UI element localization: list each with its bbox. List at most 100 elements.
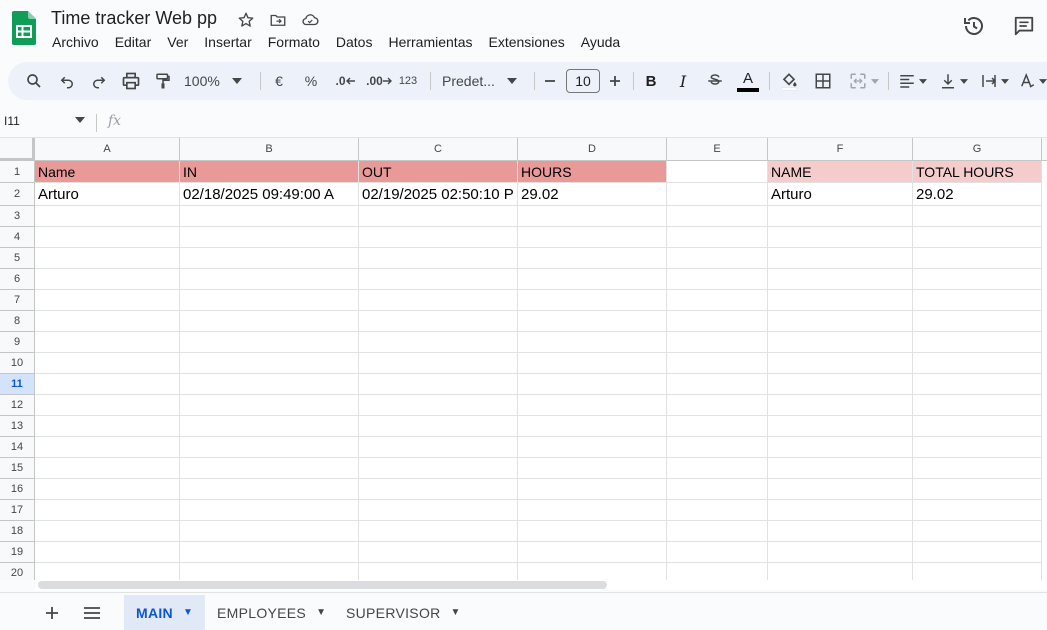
font-size-input[interactable]: 10 xyxy=(566,69,600,93)
cell-d3[interactable] xyxy=(518,206,667,227)
cell-c10[interactable] xyxy=(359,353,518,374)
cell-e16[interactable] xyxy=(667,479,768,500)
percent-format-button[interactable]: % xyxy=(300,69,322,93)
sheet-tab-supervisor[interactable]: SUPERVISOR ▼ xyxy=(334,595,473,630)
cell-e8[interactable] xyxy=(667,311,768,332)
cell-f12[interactable] xyxy=(768,395,913,416)
cell-b17[interactable] xyxy=(180,500,359,521)
cell-c11[interactable] xyxy=(359,374,518,395)
column-header-h[interactable] xyxy=(1042,138,1047,161)
text-rotation-button[interactable] xyxy=(1018,69,1047,93)
cell-b14[interactable] xyxy=(180,437,359,458)
cell-e9[interactable] xyxy=(667,332,768,353)
increase-font-size-button[interactable] xyxy=(605,69,625,93)
cell-g12[interactable] xyxy=(913,395,1042,416)
row-header-17[interactable]: 17 xyxy=(0,500,35,521)
currency-format-button[interactable]: € xyxy=(268,69,290,93)
document-title[interactable]: Time tracker Web pp xyxy=(51,8,217,29)
cell-d11[interactable] xyxy=(518,374,667,395)
menu-ver[interactable]: Ver xyxy=(159,32,196,52)
cell-b4[interactable] xyxy=(180,227,359,248)
version-history-icon[interactable] xyxy=(962,14,986,38)
cell-g6[interactable] xyxy=(913,269,1042,290)
menu-datos[interactable]: Datos xyxy=(328,32,381,52)
cell-b2[interactable]: 02/18/2025 09:49:00 A xyxy=(180,183,359,206)
cell-c1[interactable]: OUT xyxy=(359,161,518,183)
cloud-saved-icon[interactable] xyxy=(300,10,320,30)
cell-g14[interactable] xyxy=(913,437,1042,458)
cell-b10[interactable] xyxy=(180,353,359,374)
row-header-6[interactable]: 6 xyxy=(0,269,35,290)
cell-e17[interactable] xyxy=(667,500,768,521)
cell-g3[interactable] xyxy=(913,206,1042,227)
cell-d5[interactable] xyxy=(518,248,667,269)
cell-d6[interactable] xyxy=(518,269,667,290)
cell-f11[interactable] xyxy=(768,374,913,395)
row-header-13[interactable]: 13 xyxy=(0,416,35,437)
cell-g4[interactable] xyxy=(913,227,1042,248)
cell-b1[interactable]: IN xyxy=(180,161,359,183)
cell-e19[interactable] xyxy=(667,542,768,563)
column-header-e[interactable]: E xyxy=(667,138,768,161)
name-box[interactable]: I11 xyxy=(4,114,20,128)
formula-input[interactable] xyxy=(130,112,1034,134)
cell-b9[interactable] xyxy=(180,332,359,353)
row-header-8[interactable]: 8 xyxy=(0,311,35,332)
cell-f10[interactable] xyxy=(768,353,913,374)
cell-b16[interactable] xyxy=(180,479,359,500)
cell-a20[interactable] xyxy=(35,563,180,580)
cell-a9[interactable] xyxy=(35,332,180,353)
cell-a18[interactable] xyxy=(35,521,180,542)
cell-f16[interactable] xyxy=(768,479,913,500)
borders-button[interactable] xyxy=(811,69,835,93)
italic-button[interactable]: I xyxy=(672,69,694,93)
cell-a8[interactable] xyxy=(35,311,180,332)
column-header-f[interactable]: F xyxy=(768,138,913,161)
row-header-9[interactable]: 9 xyxy=(0,332,35,353)
cell-a10[interactable] xyxy=(35,353,180,374)
cell-g9[interactable] xyxy=(913,332,1042,353)
cell-b11[interactable] xyxy=(180,374,359,395)
cell-b20[interactable] xyxy=(180,563,359,580)
cell-b3[interactable] xyxy=(180,206,359,227)
cell-c13[interactable] xyxy=(359,416,518,437)
menu-archivo[interactable]: Archivo xyxy=(44,32,107,52)
name-box-dropdown-icon[interactable] xyxy=(75,117,85,123)
cell-g11[interactable] xyxy=(913,374,1042,395)
font-family-select[interactable]: Predet... xyxy=(442,69,522,93)
strikethrough-button[interactable] xyxy=(704,69,726,93)
sheet-tab-caret-icon[interactable]: ▼ xyxy=(316,607,326,618)
cell-f13[interactable] xyxy=(768,416,913,437)
cell-f2[interactable]: Arturo xyxy=(768,183,913,206)
menu-extensiones[interactable]: Extensiones xyxy=(480,32,572,52)
cell-f19[interactable] xyxy=(768,542,913,563)
increase-decimal-button[interactable]: .00 xyxy=(364,69,394,93)
cell-a6[interactable] xyxy=(35,269,180,290)
cell-c14[interactable] xyxy=(359,437,518,458)
horizontal-align-button[interactable] xyxy=(895,69,929,93)
cell-d9[interactable] xyxy=(518,332,667,353)
cell-f18[interactable] xyxy=(768,521,913,542)
cell-f20[interactable] xyxy=(768,563,913,580)
cell-e14[interactable] xyxy=(667,437,768,458)
row-header-4[interactable]: 4 xyxy=(0,227,35,248)
cell-d15[interactable] xyxy=(518,458,667,479)
row-header-5[interactable]: 5 xyxy=(0,248,35,269)
cell-g2[interactable]: 29.02 xyxy=(913,183,1042,206)
cell-a2[interactable]: Arturo xyxy=(35,183,180,206)
sheet-tab-caret-icon[interactable]: ▼ xyxy=(183,607,193,618)
cell-b15[interactable] xyxy=(180,458,359,479)
row-header-11[interactable]: 11 xyxy=(0,374,35,395)
horizontal-scroll-thumb[interactable] xyxy=(38,581,607,589)
row-header-15[interactable]: 15 xyxy=(0,458,35,479)
cell-c16[interactable] xyxy=(359,479,518,500)
cell-e13[interactable] xyxy=(667,416,768,437)
cell-d10[interactable] xyxy=(518,353,667,374)
cell-d20[interactable] xyxy=(518,563,667,580)
cell-b12[interactable] xyxy=(180,395,359,416)
redo-icon[interactable] xyxy=(87,69,111,93)
cell-e5[interactable] xyxy=(667,248,768,269)
row-header-3[interactable]: 3 xyxy=(0,206,35,227)
menu-ayuda[interactable]: Ayuda xyxy=(573,32,628,52)
cell-d7[interactable] xyxy=(518,290,667,311)
